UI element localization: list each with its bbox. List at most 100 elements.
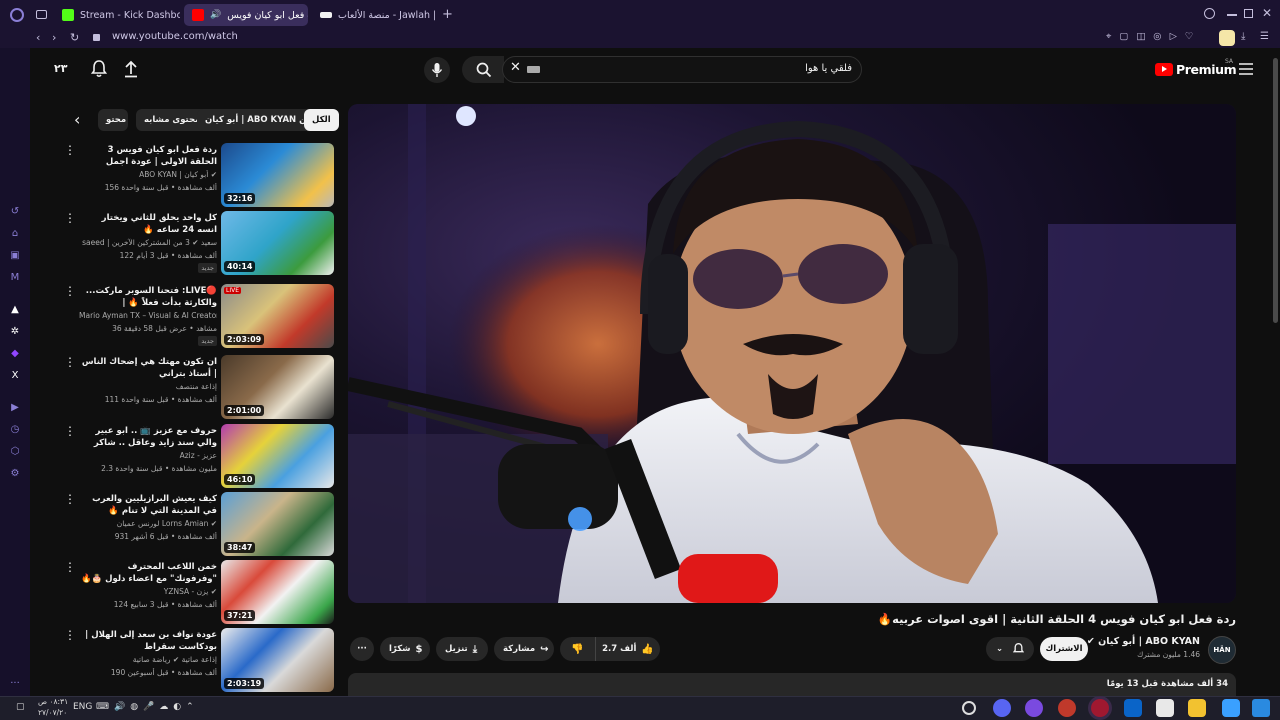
language-indicator[interactable]: ENG [73, 702, 92, 712]
more-options-icon[interactable]: ⋮ [64, 425, 76, 437]
more-options-icon[interactable]: ⋮ [64, 356, 76, 368]
workspace-icon[interactable] [36, 10, 47, 19]
video-thumbnail[interactable]: 37:21 [221, 560, 334, 624]
player-sidebar-icon[interactable]: ▶ [9, 402, 21, 414]
clock-time[interactable]: ٠٨:٣١ ص [38, 697, 68, 706]
more-options-icon[interactable]: ⋮ [64, 144, 76, 156]
video-title[interactable]: 🔴LIVE: فتحنا السوبر ماركت... والكارثة بد… [79, 285, 217, 309]
more-actions-button[interactable]: ··· [350, 637, 374, 661]
browser-menu-icon[interactable]: ☰ [1260, 31, 1269, 42]
new-tab-button[interactable]: + [442, 7, 453, 22]
minimize-icon[interactable] [1227, 14, 1237, 16]
thanks-button[interactable]: شكرًا $ [380, 637, 430, 661]
twitch-sidebar-icon[interactable]: ◆ [9, 348, 21, 360]
dislike-button[interactable]: 👎 [560, 637, 596, 661]
list-item[interactable]: 2:01:00 ⋮ ان تكون مهتك هي إضحاك الناس | … [62, 355, 334, 419]
chatgpt-sidebar-icon[interactable]: ✲ [9, 326, 21, 338]
more-options-icon[interactable]: ⋮ [64, 285, 76, 297]
hamburger-icon[interactable] [1239, 63, 1253, 75]
more-options-icon[interactable]: ⋮ [64, 561, 76, 573]
tab-youtube-active[interactable]: 🔊 ردة فعل ابو كيان فويس [184, 4, 308, 26]
reload-icon[interactable]: ↻ [70, 31, 79, 44]
browser-logo-icon[interactable] [10, 8, 24, 22]
list-item[interactable]: LIVE 2:03:09 ⋮ 🔴LIVE: فتحنا السوبر ماركت… [62, 284, 334, 348]
outlook-app-icon[interactable] [1124, 699, 1142, 717]
notification-button[interactable]: ⌄ [986, 637, 1034, 661]
forward-icon[interactable]: › [52, 31, 56, 44]
download-icon[interactable]: ⤓ [1241, 31, 1245, 42]
clock-sidebar-icon[interactable]: ◷ [9, 424, 21, 436]
profile-avatar[interactable] [1219, 30, 1235, 46]
wallet-sidebar-icon[interactable]: ▣ [9, 250, 21, 262]
video-thumbnail[interactable]: 46:10 [221, 424, 334, 488]
more-options-icon[interactable]: ⋮ [64, 629, 76, 641]
browser-app-icon[interactable] [1025, 699, 1043, 717]
avatar[interactable]: ٢٣ [54, 62, 67, 75]
back-icon[interactable]: ‹ [36, 31, 40, 44]
share-button[interactable]: مشاركة ↪ [494, 637, 554, 661]
chip-partial[interactable]: محتو [98, 109, 128, 131]
bell-icon[interactable] [91, 60, 107, 78]
close-window-icon[interactable]: ✕ [1262, 6, 1272, 20]
start-menu-icon[interactable] [1222, 699, 1240, 717]
channel-name[interactable]: ABO KYAN | أبو كيان ✔ [1087, 636, 1200, 647]
video-thumbnail[interactable]: 38:47 [221, 492, 334, 556]
chip-from-channel[interactable]: من ABO KYAN | أبو كيان [197, 109, 321, 131]
subscribe-button[interactable]: الاشتراك [1040, 637, 1088, 661]
discord-app-icon[interactable] [993, 699, 1011, 717]
messenger-sidebar-icon[interactable]: M [9, 272, 21, 284]
video-player[interactable] [348, 104, 1236, 603]
list-item[interactable]: 40:14 ⋮ كل واحد يحلق للثاني ويختار انسه … [62, 211, 334, 275]
channel-avatar[interactable]: HÄN [1208, 636, 1236, 664]
chips-prev-icon[interactable]: ‹ [74, 110, 80, 129]
video-title[interactable]: ردة فعل ابو كيان فويس 3 الحلقة الاولى | … [79, 144, 217, 168]
video-title[interactable]: كل واحد يحلق للثاني ويختار انسه 24 ساعه … [79, 212, 217, 236]
notification-center-icon[interactable]: ▢ [16, 702, 25, 712]
channel-name[interactable]: Aziz - عزيز [79, 451, 217, 460]
cube-sidebar-icon[interactable]: ⬡ [9, 446, 21, 458]
channel-name[interactable]: saeed | سعيد ✔ 3 من المشتركين الآخرين [79, 238, 217, 247]
upload-icon[interactable] [123, 60, 139, 78]
x-sidebar-icon[interactable]: X [9, 370, 21, 382]
clock-date[interactable]: ٢٧/٠٧/٢٠ [38, 708, 67, 717]
video-title[interactable]: حروف مع عزيز 📺 .. ابو عبير والي سند زايد… [79, 425, 217, 449]
channel-name[interactable]: ABO KYAN | أبو كيان ✔ [79, 170, 217, 179]
video-title[interactable]: عودة نواف بن سعد إلى الهلال | بودكاست سق… [79, 629, 217, 653]
channel-name[interactable]: لورنس عميان Lorns Amian ✔ [79, 519, 217, 528]
video-thumbnail[interactable]: 2:03:19 [221, 628, 334, 692]
video-title[interactable]: ان تكون مهتك هي إضحاك الناس | أستاذ بترا… [79, 356, 217, 380]
list-item[interactable]: 38:47 ⋮ كيف يعيش البرازيليين والعرب في ا… [62, 492, 334, 556]
video-thumbnail[interactable]: 2:01:00 [221, 355, 334, 419]
more-options-icon[interactable]: ⋮ [64, 493, 76, 505]
clear-search-icon[interactable]: ✕ [510, 60, 521, 75]
search-tabs-icon[interactable] [1204, 8, 1215, 19]
video-thumbnail[interactable]: 32:16 [221, 143, 334, 207]
more-options-icon[interactable]: ⋮ [64, 212, 76, 224]
scrollbar-thumb[interactable] [1273, 58, 1278, 323]
more-sidebar-icon[interactable]: ··· [9, 678, 21, 690]
speaker-icon[interactable]: 🔊 [210, 10, 221, 20]
video-thumbnail[interactable]: LIVE 2:03:09 [221, 284, 334, 348]
video-title[interactable]: كيف يعيش البرازيليين والعرب في المدينة ا… [79, 493, 217, 517]
list-item[interactable]: 37:21 ⋮ خمن اللاعب المحترف "وفرفونك" مع … [62, 560, 334, 624]
list-item[interactable]: 46:10 ⋮ حروف مع عزيز 📺 .. ابو عبير والي … [62, 424, 334, 488]
calendar-app-icon[interactable] [1156, 699, 1174, 717]
bookmark-sidebar-icon[interactable]: ⌂ [9, 228, 21, 240]
like-button[interactable]: 2.7 ألف 👍 [596, 637, 660, 661]
file-explorer-icon[interactable] [1188, 699, 1206, 717]
opera-app-icon[interactable] [1091, 699, 1109, 717]
channel-name[interactable]: Mario Ayman TX – Visual & AI Creator [79, 311, 217, 320]
video-title[interactable]: خمن اللاعب المحترف "وفرفونك" مع اعضاء دل… [79, 561, 217, 585]
settings-app-icon[interactable] [962, 701, 976, 715]
tab-jawlah[interactable]: جولة | Jawlah - منصة الألعاب [312, 4, 438, 26]
history-sidebar-icon[interactable]: ↺ [9, 206, 21, 218]
video-thumbnail[interactable]: 40:14 [221, 211, 334, 275]
url-field[interactable]: www.youtube.com/watch [112, 31, 238, 42]
channel-name[interactable]: YZNSA - يزن ✔ [79, 587, 217, 596]
list-item[interactable]: 32:16 ⋮ ردة فعل ابو كيان فويس 3 الحلقة ا… [62, 143, 334, 207]
keyboard-icon[interactable] [527, 66, 540, 73]
download-button[interactable]: تنزيل ⤓ [436, 637, 488, 661]
channel-name[interactable]: إذاعة صاتية ✔ رياضة صاتية [79, 655, 217, 664]
arc-sidebar-icon[interactable]: ▲ [9, 304, 21, 316]
list-item[interactable]: 2:03:19 ⋮ عودة نواف بن سعد إلى الهلال | … [62, 628, 334, 692]
